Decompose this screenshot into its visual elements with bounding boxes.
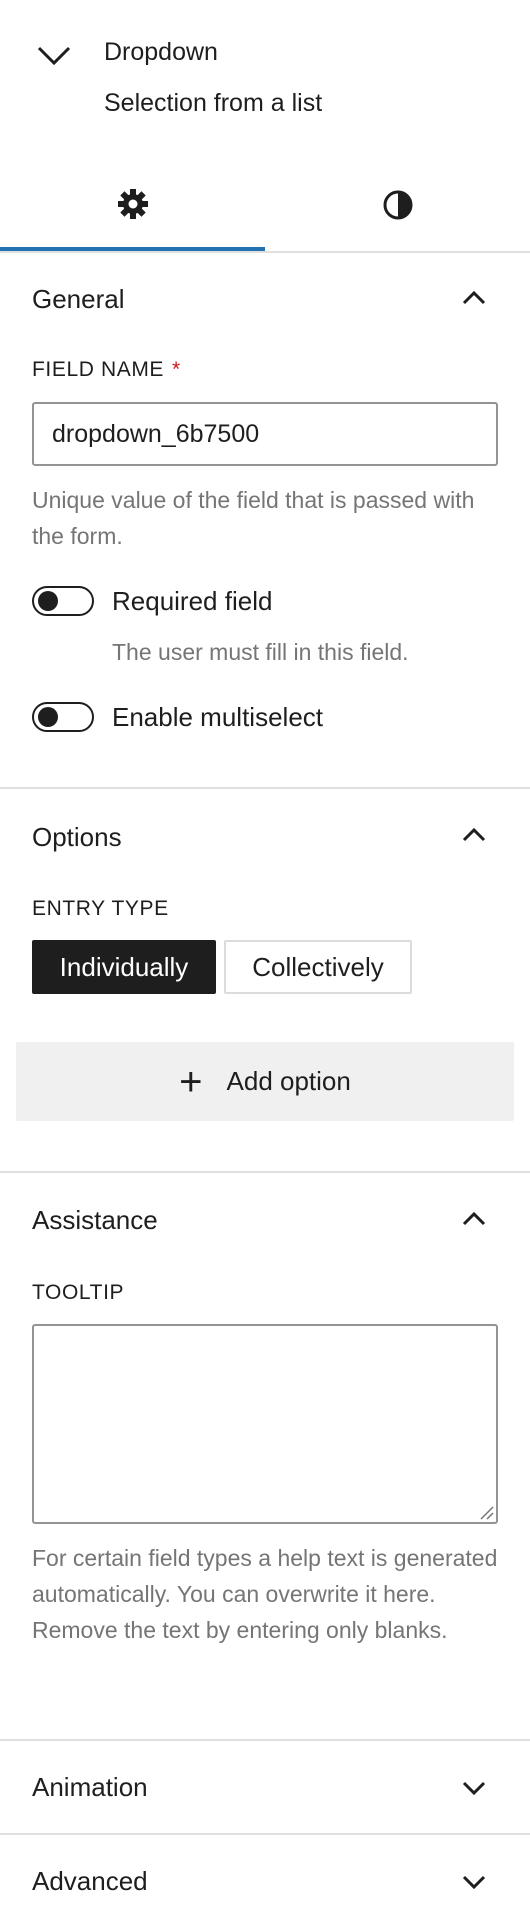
tab-styles[interactable] — [265, 160, 530, 249]
field-name-value: dropdown_6b7500 — [52, 419, 260, 448]
gear-icon — [117, 188, 148, 219]
chevron-up-icon — [462, 1212, 486, 1226]
required-field-label: Required field — [112, 586, 273, 616]
panel-title-options[interactable]: Options — [32, 822, 122, 853]
advanced-toggle-button[interactable] — [454, 1862, 494, 1902]
tab-settings[interactable] — [0, 160, 265, 251]
field-name-label-text: FIELD NAME — [32, 358, 165, 381]
collapse-block-button[interactable] — [34, 36, 74, 76]
block-header: Dropdown Selection from a list — [0, 0, 530, 140]
entry-type-individually-button[interactable]: Individually — [32, 940, 216, 994]
animation-toggle-button[interactable] — [454, 1768, 494, 1808]
toggle-knob — [38, 591, 58, 611]
block-description: Selection from a list — [104, 89, 323, 117]
required-field-toggle[interactable] — [32, 586, 94, 616]
field-name-input[interactable]: dropdown_6b7500 — [32, 402, 498, 466]
required-star: * — [172, 358, 181, 381]
add-option-label: Add option — [226, 1066, 351, 1096]
entry-type-collectively-button[interactable]: Collectively — [224, 940, 412, 994]
required-field-help: The user must fill in this field. — [112, 639, 409, 665]
divider — [0, 1739, 530, 1741]
panel-title-animation[interactable]: Animation — [32, 1772, 148, 1803]
contrast-icon — [383, 190, 412, 219]
resize-handle-icon[interactable] — [478, 1504, 494, 1520]
tooltip-help: For certain field types a help text is g… — [32, 1545, 498, 1643]
field-name-label: FIELD NAME * — [32, 358, 181, 382]
plus-icon: + — [179, 1059, 203, 1104]
panel-title-advanced[interactable]: Advanced — [32, 1866, 148, 1897]
chevron-down-icon — [462, 1781, 486, 1795]
multiselect-toggle[interactable] — [32, 702, 94, 732]
panel-title-general[interactable]: General — [32, 284, 125, 315]
field-name-help: Unique value of the field that is passed… — [32, 487, 475, 549]
divider — [0, 787, 530, 789]
assistance-toggle-button[interactable] — [454, 1199, 494, 1239]
chevron-up-icon — [462, 291, 486, 305]
block-title: Dropdown — [104, 38, 218, 66]
general-toggle-button[interactable] — [454, 278, 494, 318]
chevron-down-icon — [462, 1875, 486, 1889]
settings-tabs — [0, 160, 530, 253]
entry-type-label: ENTRY TYPE — [32, 897, 169, 920]
chevron-up-icon — [462, 828, 486, 842]
multiselect-label: Enable multiselect — [112, 702, 323, 732]
toggle-knob — [38, 707, 58, 727]
divider — [0, 1833, 530, 1835]
add-option-button[interactable]: + Add option — [16, 1042, 514, 1121]
tooltip-textarea[interactable] — [32, 1324, 498, 1524]
divider — [0, 1171, 530, 1173]
options-toggle-button[interactable] — [454, 815, 494, 855]
panel-title-assistance[interactable]: Assistance — [32, 1205, 158, 1236]
tooltip-label: TOOLTIP — [32, 1281, 125, 1304]
chevron-down-icon — [37, 46, 71, 66]
